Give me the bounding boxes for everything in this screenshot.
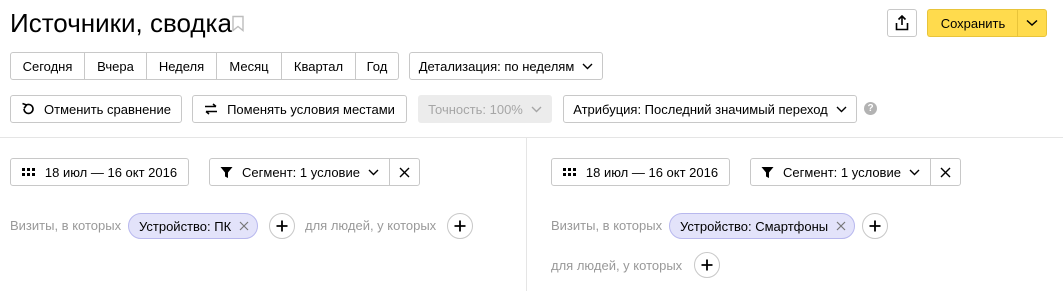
left-condition-chip[interactable]: Устройство: ПК [128,213,259,239]
left-visits-label: Визиты, в которых [10,218,122,233]
left-condition-chip-label: Устройство: ПК [139,218,232,234]
left-people-label: для людей, у которых [305,218,437,233]
plus-icon [276,220,288,232]
cancel-compare-label: Отменить сравнение [44,101,171,117]
right-date-range-label: 18 июл — 16 окт 2016 [585,164,719,180]
right-add-visit-condition-button[interactable] [862,213,888,239]
period-month[interactable]: Месяц [217,52,282,80]
accuracy-label: Точность: 100% [428,101,523,117]
chevron-down-icon [909,169,920,176]
left-date-range-label: 18 июл — 16 окт 2016 [44,164,178,180]
plus-icon [454,220,466,232]
period-selector: Сегодня Вчера Неделя Месяц Квартал Год [10,52,399,80]
cancel-compare-button[interactable]: Отменить сравнение [10,95,182,123]
calendar-icon [21,166,36,178]
accuracy-dropdown[interactable]: Точность: 100% [418,95,552,123]
bookmark-icon[interactable] [231,15,245,32]
right-visits-label: Визиты, в которых [551,218,663,233]
detail-label: Детализация: по неделям [418,58,575,74]
swap-conditions-button[interactable]: Поменять условия местами [192,95,407,123]
calendar-icon [562,166,577,178]
right-segment-label: Сегмент: 1 условие [783,164,901,180]
close-icon [399,167,410,178]
attribution-label: Атрибуция: Последний значимый переход [573,101,828,117]
left-segment-label: Сегмент: 1 условие [242,164,360,180]
swap-icon [204,103,218,115]
share-button[interactable] [887,9,917,37]
right-add-people-condition-button[interactable] [694,252,720,278]
right-condition-chip-label: Устройство: Смартфоны [680,218,829,234]
help-icon[interactable]: ? [864,102,877,115]
left-add-people-condition-button[interactable] [447,213,473,239]
swap-conditions-label: Поменять условия местами [227,101,395,117]
chevron-down-icon [1026,19,1038,27]
right-date-range-button[interactable]: 18 июл — 16 окт 2016 [551,158,730,186]
undo-icon [21,102,35,116]
save-button[interactable]: Сохранить [927,9,1018,37]
right-segment-dropdown[interactable]: Сегмент: 1 условие [750,158,931,186]
close-icon [940,167,951,178]
plus-icon [869,220,881,232]
close-icon[interactable] [239,221,249,231]
chevron-down-icon [582,63,593,70]
period-week[interactable]: Неделя [147,52,217,80]
left-segment-clear-button[interactable] [389,158,420,186]
chevron-down-icon [531,106,542,113]
attribution-dropdown[interactable]: Атрибуция: Последний значимый переход [563,95,857,123]
right-condition-chip[interactable]: Устройство: Смартфоны [669,213,856,239]
page-title: Источники, сводка [10,8,232,38]
detail-dropdown[interactable]: Детализация: по неделям [409,52,603,80]
left-segment-dropdown[interactable]: Сегмент: 1 условие [209,158,390,186]
period-today[interactable]: Сегодня [10,52,85,80]
save-options-button[interactable] [1017,9,1047,37]
filter-icon [220,166,233,179]
close-icon[interactable] [836,221,846,231]
right-people-label: для людей, у которых [551,258,683,273]
share-icon [894,15,910,31]
filter-icon [761,166,774,179]
period-year[interactable]: Год [356,52,399,80]
chevron-down-icon [368,169,379,176]
period-quarter[interactable]: Квартал [282,52,356,80]
period-yesterday[interactable]: Вчера [85,52,147,80]
right-segment-clear-button[interactable] [930,158,961,186]
left-add-visit-condition-button[interactable] [269,213,295,239]
vertical-divider [526,138,527,291]
plus-icon [701,259,713,271]
horizontal-divider [0,137,1063,138]
left-date-range-button[interactable]: 18 июл — 16 окт 2016 [10,158,189,186]
chevron-down-icon [836,106,847,113]
